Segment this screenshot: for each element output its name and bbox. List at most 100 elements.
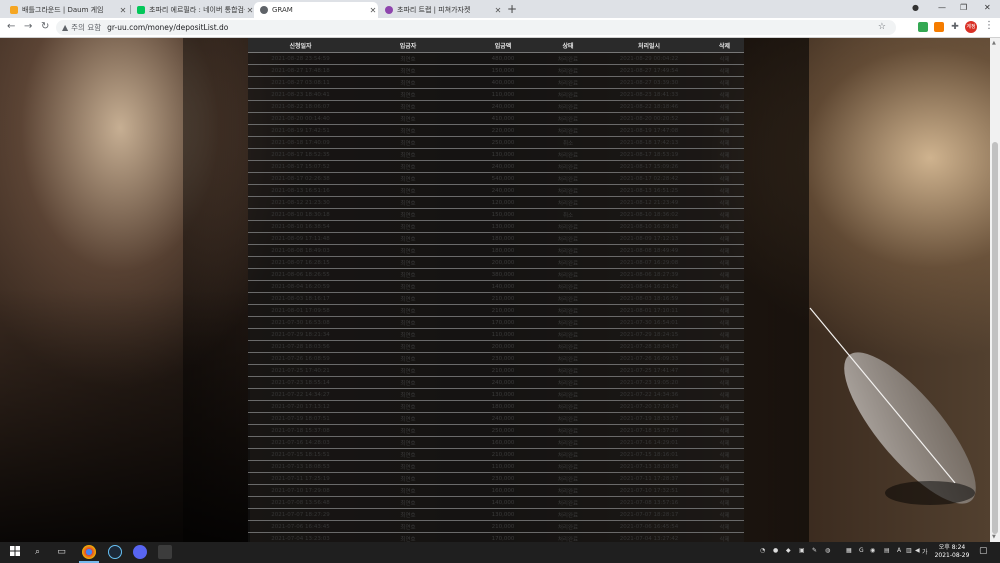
page-scrollbar[interactable]: ▲ ▼ (990, 38, 1000, 542)
tray-app-icon[interactable]: G (859, 547, 864, 554)
new-tab-button[interactable]: + (507, 2, 517, 16)
puzzle-icon[interactable]: ✚ (950, 22, 960, 32)
scroll-thumb[interactable] (992, 142, 998, 534)
delete-link[interactable]: 삭제 (705, 460, 744, 473)
delete-link[interactable]: 삭제 (705, 124, 744, 137)
tray-app-icon[interactable]: ▤ (884, 547, 890, 554)
delete-link[interactable]: 삭제 (705, 376, 744, 389)
delete-link[interactable]: 삭제 (705, 340, 744, 353)
search-icon[interactable]: ⌕ (31, 546, 44, 559)
star-icon[interactable]: ☆ (878, 22, 886, 32)
notification-icon[interactable]: ▢ (979, 546, 988, 556)
address-bar[interactable]: ▲ 주의 요함 gr-uu.com/money/depositList.do ☆ (56, 20, 896, 35)
tray-app-icon[interactable]: ◉ (870, 547, 875, 554)
cell-request-date: 2021-08-28 23:54:59 (248, 52, 353, 65)
minimize-button[interactable]: — (938, 3, 946, 12)
cell-request-date: 2021-07-25 17:40:21 (248, 364, 353, 377)
chrome-icon[interactable] (82, 545, 96, 559)
delete-link[interactable]: 삭제 (705, 256, 744, 269)
url-text[interactable]: gr-uu.com/money/depositList.do (107, 23, 228, 32)
scroll-up-icon[interactable]: ▲ (992, 40, 996, 46)
tray-app-icon[interactable]: ▣ (799, 547, 805, 554)
extension-orange-icon[interactable] (934, 22, 944, 32)
delete-link[interactable]: 삭제 (705, 508, 744, 521)
delete-link[interactable]: 삭제 (705, 328, 744, 341)
delete-link[interactable]: 삭제 (705, 136, 744, 149)
delete-link[interactable]: 삭제 (705, 76, 744, 89)
delete-link[interactable]: 삭제 (705, 304, 744, 317)
delete-link[interactable]: 삭제 (705, 184, 744, 197)
ime-language-indicator[interactable]: 가 (922, 547, 928, 556)
delete-link[interactable]: 삭제 (705, 112, 744, 125)
tab-gram[interactable]: GRAM ✕ (254, 2, 378, 18)
tray-app-icon[interactable]: ◔ (760, 547, 765, 554)
reload-button[interactable]: ↻ (41, 21, 49, 33)
close-tab-icon[interactable]: ✕ (493, 6, 503, 15)
delete-link[interactable]: 삭제 (705, 496, 744, 509)
delete-link[interactable]: 삭제 (705, 352, 744, 365)
delete-link[interactable]: 삭제 (705, 148, 744, 161)
delete-link[interactable]: 삭제 (705, 292, 744, 305)
tray-app-icon[interactable]: ◍ (825, 547, 830, 554)
close-tab-icon[interactable]: ✕ (368, 6, 378, 15)
delete-link[interactable]: 삭제 (705, 280, 744, 293)
task-view-icon[interactable]: ▭ (55, 546, 68, 559)
delete-link[interactable]: 삭제 (705, 412, 744, 425)
app-icon[interactable] (158, 545, 172, 559)
back-button[interactable]: ← (7, 21, 15, 33)
cell-amount: 160,000 (463, 436, 543, 449)
delete-link[interactable]: 삭제 (705, 196, 744, 209)
delete-link[interactable]: 삭제 (705, 232, 744, 245)
scroll-down-icon[interactable]: ▼ (992, 534, 996, 540)
delete-link[interactable]: 삭제 (705, 88, 744, 101)
delete-link[interactable]: 삭제 (705, 364, 744, 377)
steam-icon[interactable] (108, 545, 122, 559)
menu-icon[interactable]: ⋮ (984, 20, 994, 31)
network-icon[interactable]: ▥ (906, 547, 912, 554)
tab-label: GRAM (272, 6, 293, 14)
delete-link[interactable]: 삭제 (705, 424, 744, 437)
delete-link[interactable]: 삭제 (705, 484, 744, 497)
maximize-button[interactable]: ❐ (960, 3, 967, 12)
tray-app-icon[interactable]: ✎ (812, 547, 817, 554)
cell-amount: 210,000 (463, 304, 543, 317)
windows-start-icon[interactable] (8, 546, 21, 559)
forward-button[interactable]: → (24, 21, 32, 33)
delete-link[interactable]: 삭제 (705, 436, 744, 449)
tab-fly-trap[interactable]: 초파리 트랩 | 피쳐가자켓 ✕ (379, 2, 503, 18)
delete-link[interactable]: 삭제 (705, 160, 744, 173)
tray-app-icon[interactable]: ◆ (786, 547, 791, 554)
tray-app-icon[interactable]: ● (773, 547, 778, 554)
extension-green-icon[interactable] (918, 22, 928, 32)
close-tab-icon[interactable]: ✕ (118, 6, 128, 15)
close-window-button[interactable]: ✕ (984, 3, 991, 12)
tray-app-icon[interactable]: ▦ (846, 547, 852, 554)
delete-link[interactable]: 삭제 (705, 520, 744, 533)
delete-link[interactable]: 삭제 (705, 532, 744, 542)
delete-link[interactable]: 삭제 (705, 220, 744, 233)
delete-link[interactable]: 삭제 (705, 172, 744, 185)
system-clock[interactable]: 오후 8:24 2021-08-29 (932, 544, 972, 560)
cell-depositor: 최연호 (353, 268, 463, 281)
delete-link[interactable]: 삭제 (705, 100, 744, 113)
discord-icon[interactable] (133, 545, 147, 559)
delete-link[interactable]: 삭제 (705, 388, 744, 401)
cell-depositor: 최연호 (353, 64, 463, 77)
keyboard-mode-indicator[interactable]: A (897, 547, 901, 554)
delete-link[interactable]: 삭제 (705, 244, 744, 257)
security-label[interactable]: 주의 요함 (71, 22, 101, 33)
delete-link[interactable]: 삭제 (705, 208, 744, 221)
volume-icon[interactable]: ◀ (915, 547, 920, 554)
tab-naver-search[interactable]: 초파리 에르필라 : 네이버 통합검색 ✕ (131, 2, 255, 18)
delete-link[interactable]: 삭제 (705, 316, 744, 329)
delete-link[interactable]: 삭제 (705, 268, 744, 281)
warning-triangle-icon[interactable]: ▲ (62, 23, 68, 32)
delete-link[interactable]: 삭제 (705, 400, 744, 413)
media-indicator-icon[interactable]: ● (912, 3, 919, 12)
delete-link[interactable]: 삭제 (705, 64, 744, 77)
delete-link[interactable]: 삭제 (705, 472, 744, 485)
delete-link[interactable]: 삭제 (705, 52, 744, 65)
avatar[interactable]: 계정 (965, 21, 977, 33)
tab-battlegrounds[interactable]: 배틀그라운드 | Daum 게임 ✕ (4, 2, 128, 18)
delete-link[interactable]: 삭제 (705, 448, 744, 461)
